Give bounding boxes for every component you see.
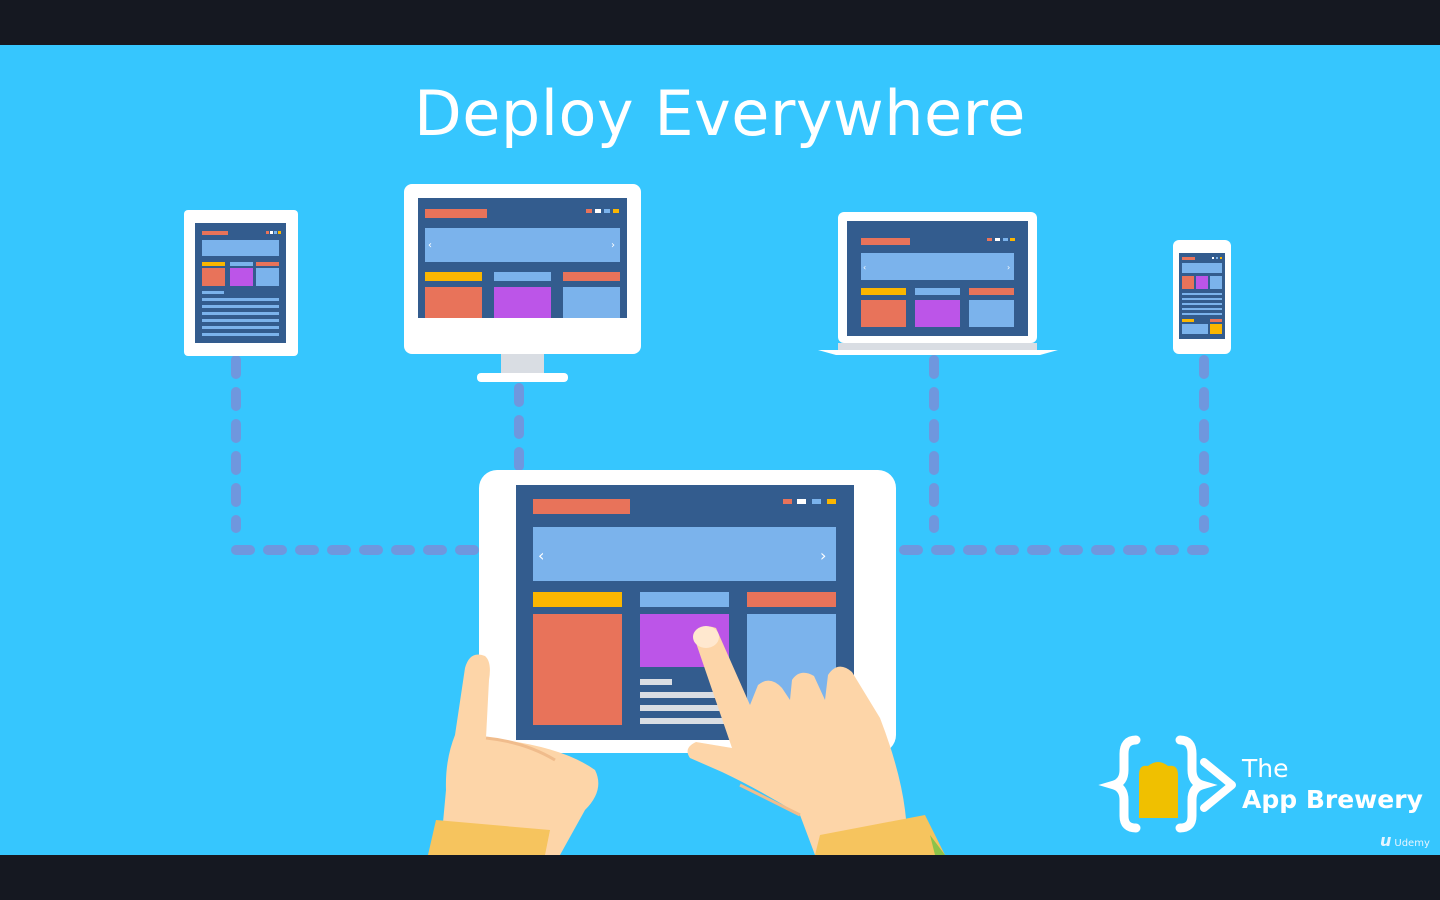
tablet-icon	[184, 210, 298, 356]
svg-text:‹: ‹	[428, 240, 432, 251]
svg-text:›: ›	[1007, 263, 1010, 272]
brand-name-line2: App Brewery	[1242, 785, 1423, 814]
svg-text:›: ›	[820, 546, 826, 565]
svg-text:‹: ‹	[538, 546, 544, 565]
laptop-icon: ‹ ›	[818, 212, 1058, 355]
svg-text:‹: ‹	[863, 263, 866, 272]
udemy-logo-icon: u	[1380, 831, 1392, 850]
desktop-monitor-icon: ‹ ›	[404, 184, 641, 382]
code-braces-beer-icon	[1098, 735, 1236, 833]
slide: ‹ › ‹ › ‹ › Deploy Everywhere The App Br…	[0, 45, 1440, 855]
udemy-watermark: u Udemy	[1380, 831, 1430, 850]
letterbox-bottom	[0, 855, 1440, 900]
brand-name-line1: The	[1242, 754, 1289, 783]
svg-text:›: ›	[611, 240, 615, 251]
devices-illustration: ‹ › ‹ › ‹ ›	[184, 184, 1236, 855]
udemy-label: Udemy	[1394, 838, 1430, 849]
slide-title: Deploy Everywhere	[414, 77, 1026, 150]
smartphone-icon	[1173, 240, 1231, 354]
letterbox-top	[0, 0, 1440, 45]
